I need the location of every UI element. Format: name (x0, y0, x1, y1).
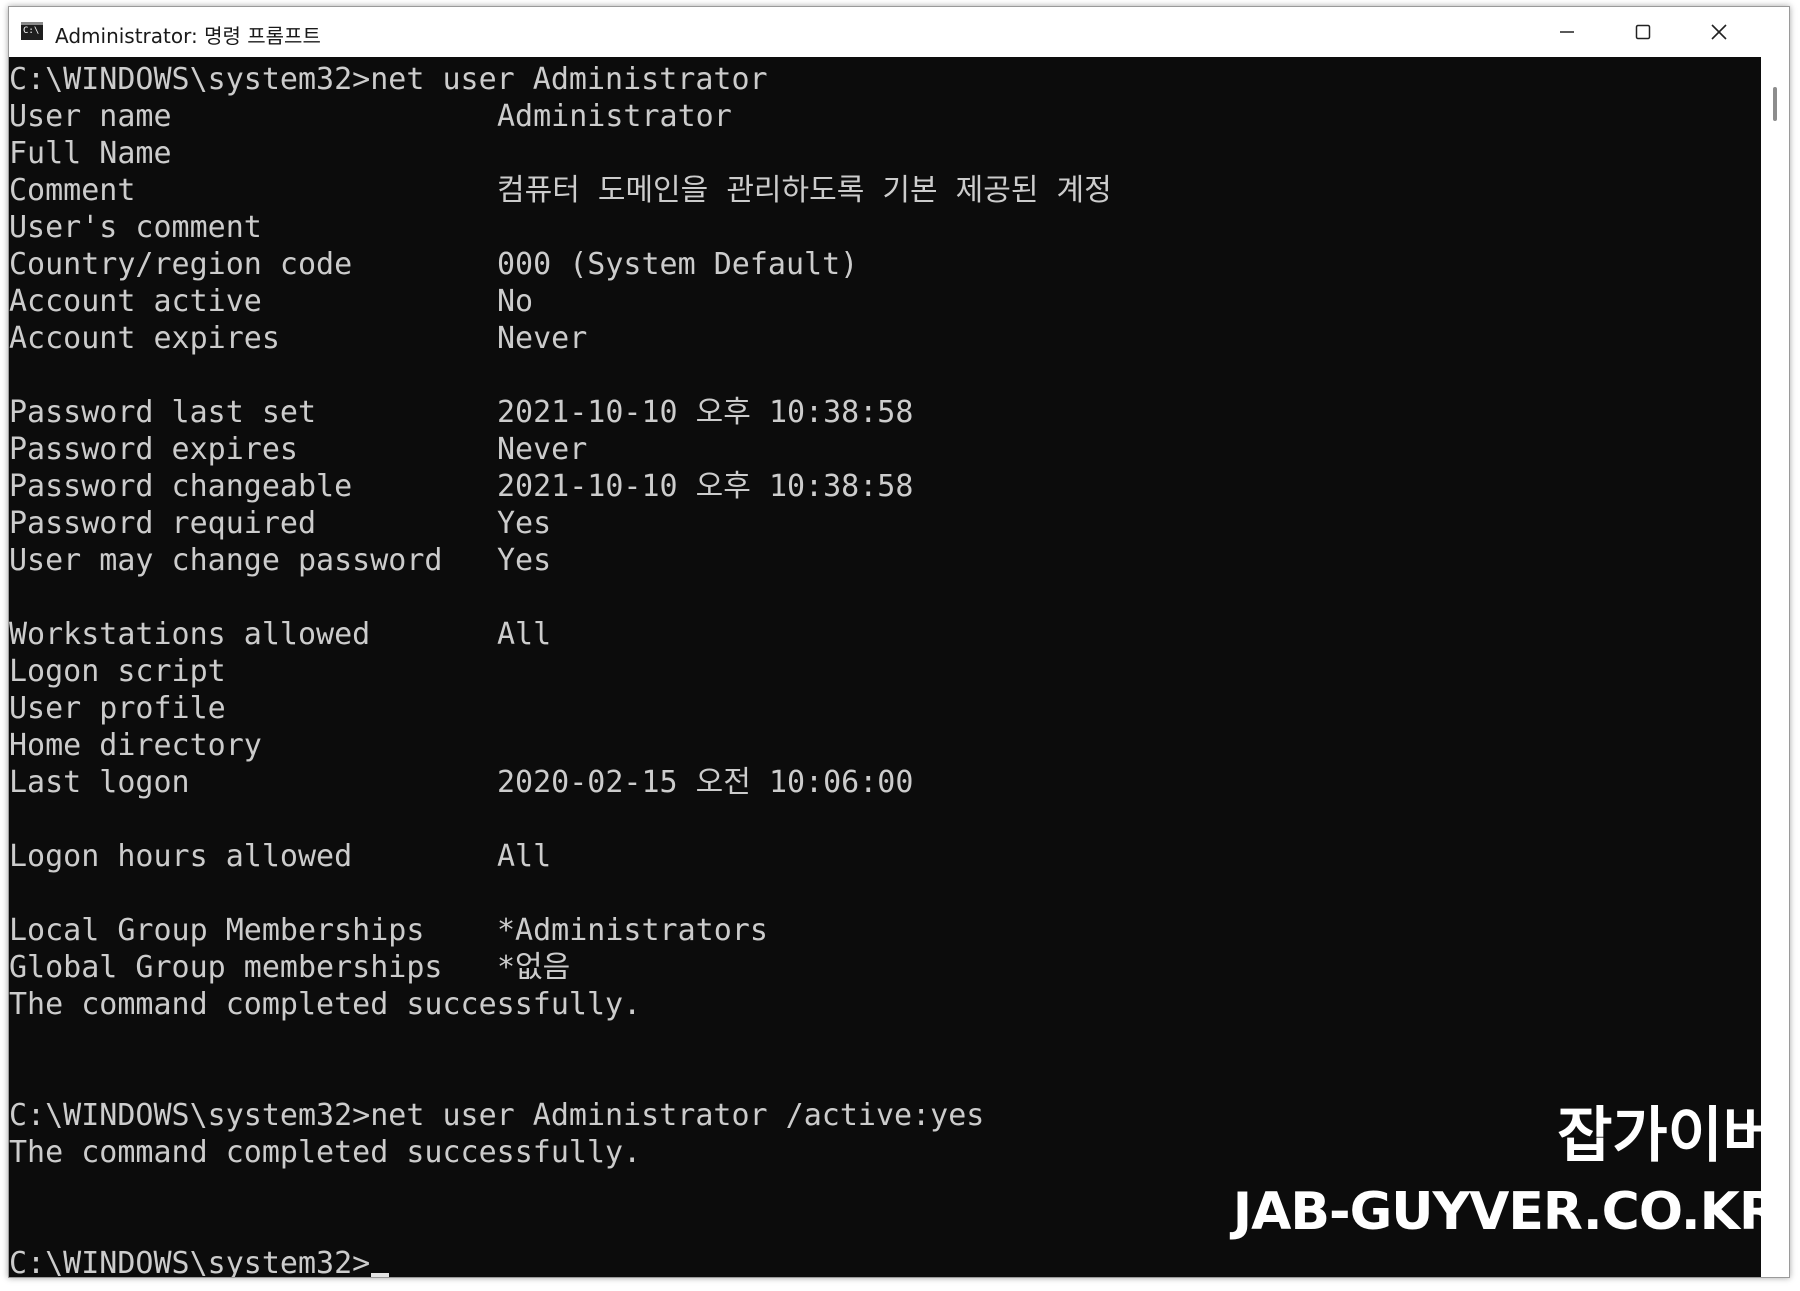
console-line-text: C:\WINDOWS\system32>net user Administrat… (9, 1098, 985, 1133)
vertical-scrollbar[interactable] (1761, 57, 1789, 1277)
field-label: User's comment (9, 210, 262, 245)
field-value: 2021-10-10 오후 10:38:58 (497, 469, 914, 504)
field-label: Country/region code (9, 247, 353, 282)
watermark-korean-text: 잡가이버 (1557, 1101, 1778, 1171)
field-value: No (497, 284, 534, 319)
console-field-line: User may change password Yes (9, 542, 1112, 579)
field-value: *Administrators (497, 913, 768, 948)
console-line: C:\WINDOWS\system32>net user Administrat… (9, 61, 1112, 98)
scrollbar-thumb[interactable] (1773, 87, 1777, 121)
console-field-line: Password last set 2021-10-10 오후 10:38:58 (9, 394, 1112, 431)
command-prompt-icon[interactable]: C:\ (21, 22, 43, 40)
console-line-text: The command completed successfully. (9, 1135, 642, 1170)
maximize-button[interactable] (1605, 7, 1681, 57)
field-label: Account expires (9, 321, 280, 356)
field-value: 컴퓨터 도메인을 관리하도록 기본 제공된 계정 (497, 173, 1112, 208)
console-field-line: Local Group Memberships *Administrators (9, 912, 1112, 949)
watermark: 잡가이버 JAB-GUYVER.CO.KR (1232, 1098, 1779, 1250)
field-label: User name (9, 99, 172, 134)
console-output-area[interactable]: C:\WINDOWS\system32>net user Administrat… (9, 57, 1761, 1277)
field-label: Global Group memberships (9, 950, 443, 985)
console-field-line: User name Administrator (9, 98, 1112, 135)
minimize-button[interactable] (1529, 7, 1605, 57)
field-value: Administrator (497, 99, 732, 134)
console-line-text: C:\WINDOWS\system32>net user Administrat… (9, 62, 768, 97)
console-field-line: Logon hours allowed All (9, 838, 1112, 875)
console-field-line: User's comment (9, 209, 1112, 246)
console-line: C:\WINDOWS\system32>net user Administrat… (9, 1097, 1112, 1134)
console-field-line: Password changeable 2021-10-10 오후 10:38:5… (9, 468, 1112, 505)
console-field-line: Last logon 2020-02-15 오전 10:06:00 (9, 764, 1112, 801)
field-label: User profile (9, 691, 226, 726)
field-label: Account active (9, 284, 262, 319)
command-prompt-window: C:\ Administrator: 명령 프롬프트 C:\WINDOWS\sy… (8, 6, 1790, 1278)
text-cursor (371, 1273, 390, 1277)
console-line-text: The command completed successfully. (9, 987, 642, 1022)
console-line-text: C:\WINDOWS\system32> (9, 1246, 371, 1277)
console-field-line: Account expires Never (9, 320, 1112, 357)
field-value: 2020-02-15 오전 10:06:00 (497, 765, 914, 800)
field-value: Yes (497, 543, 552, 578)
field-label: Home directory (9, 728, 262, 763)
field-label: Password expires (9, 432, 298, 467)
close-icon (1711, 24, 1727, 40)
field-label: Password required (9, 506, 317, 541)
console-line: The command completed successfully. (9, 1134, 1112, 1171)
field-label: Password last set (9, 395, 317, 430)
close-button[interactable] (1681, 7, 1757, 57)
console-field-line: Full Name (9, 135, 1112, 172)
title-bar[interactable]: C:\ Administrator: 명령 프롬프트 (9, 7, 1789, 57)
console-field-line: Password expires Never (9, 431, 1112, 468)
field-label: Workstations allowed (9, 617, 371, 652)
field-value: All (497, 839, 552, 874)
field-value: *없음 (497, 950, 571, 985)
console-field-line: Password required Yes (9, 505, 1112, 542)
field-label: Last logon (9, 765, 190, 800)
minimize-icon (1560, 31, 1574, 33)
console-field-line: Account active No (9, 283, 1112, 320)
console-field-line: Workstations allowed All (9, 616, 1112, 653)
field-value: Never (497, 321, 588, 356)
field-value: Yes (497, 506, 552, 541)
field-value: All (497, 617, 552, 652)
console-field-line: Comment 컴퓨터 도메인을 관리하도록 기본 제공된 계정 (9, 172, 1112, 209)
watermark-site-text: JAB-GUYVER.CO.KR (1232, 1182, 1779, 1242)
field-label: Comment (9, 173, 136, 208)
console-field-line: Country/region code 000 (System Default) (9, 246, 1112, 283)
field-label: Password changeable (9, 469, 353, 504)
maximize-icon (1635, 24, 1651, 40)
command-prompt-line: C:\WINDOWS\system32> (9, 1245, 1112, 1277)
field-label: Logon script (9, 654, 226, 689)
console-field-line: Global Group memberships *없음 (9, 949, 1112, 986)
field-value: 000 (System Default) (497, 247, 859, 282)
field-label: Full Name (9, 136, 172, 171)
console-field-line: User profile (9, 690, 1112, 727)
field-label: Local Group Memberships (9, 913, 425, 948)
console-field-line: Home directory (9, 727, 1112, 764)
window-title: Administrator: 명령 프롬프트 (55, 24, 321, 48)
field-value: 2021-10-10 오후 10:38:58 (497, 395, 914, 430)
field-label: User may change password (9, 543, 443, 578)
console-text: C:\WINDOWS\system32>net user Administrat… (9, 61, 1112, 1277)
console-line: The command completed successfully. (9, 986, 1112, 1023)
field-label: Logon hours allowed (9, 839, 353, 874)
field-value: Never (497, 432, 588, 467)
console-field-line: Logon script (9, 653, 1112, 690)
